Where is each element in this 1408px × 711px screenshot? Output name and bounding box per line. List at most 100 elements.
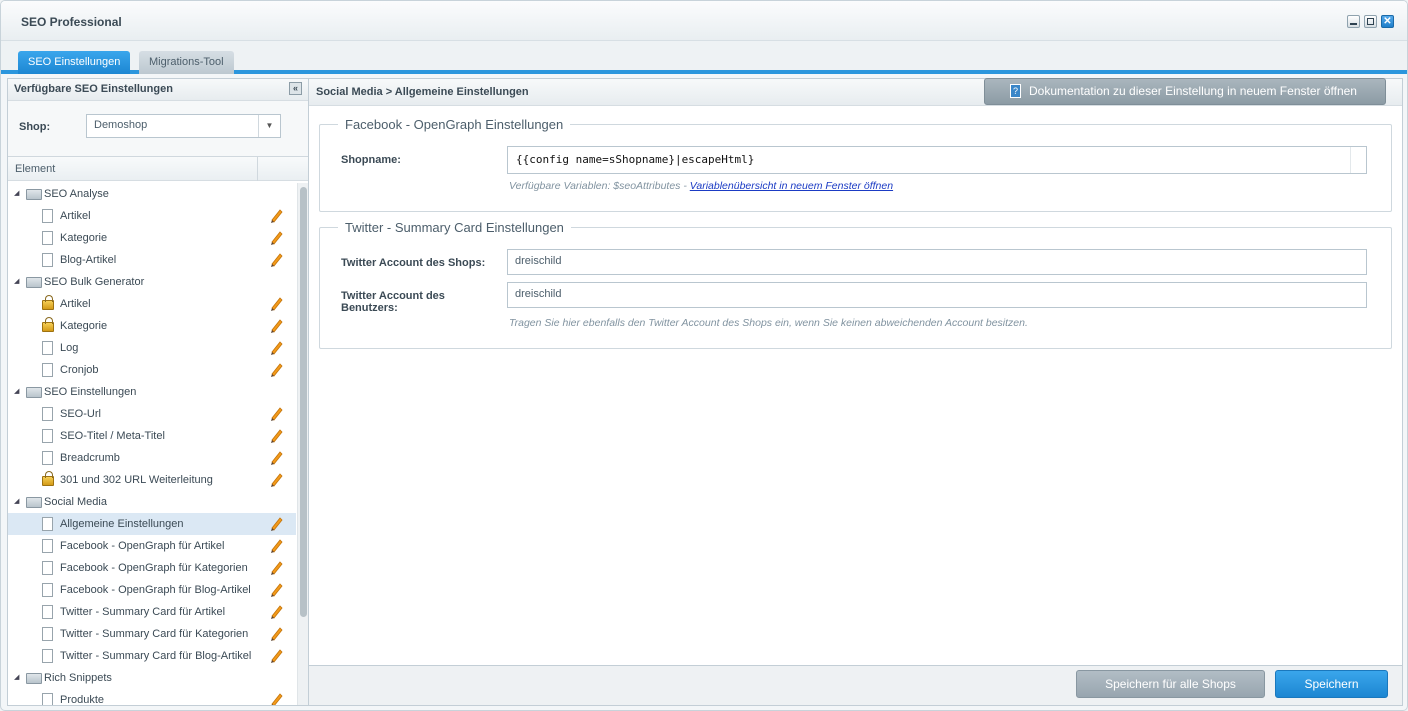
- pencil-edit-icon[interactable]: [269, 516, 283, 532]
- document-icon: [42, 407, 53, 421]
- pencil-edit-icon[interactable]: [269, 230, 283, 246]
- tree-item-label: SEO Analyse: [44, 188, 109, 200]
- tree-item-label: Allgemeine Einstellungen: [60, 518, 184, 530]
- pencil-edit-icon[interactable]: [269, 296, 283, 312]
- pencil-edit-icon[interactable]: [269, 428, 283, 444]
- tree-item-row[interactable]: Breadcrumb: [8, 447, 296, 469]
- pencil-edit-icon[interactable]: [269, 692, 283, 705]
- pencil-edit-icon[interactable]: [269, 626, 283, 642]
- lock-icon: [42, 295, 54, 310]
- tree-item-row[interactable]: Facebook - OpenGraph für Blog-Artikel: [8, 579, 296, 601]
- tree-item-label: Log: [60, 342, 79, 354]
- tree-item-label: Blog-Artikel: [60, 254, 117, 266]
- twitter-shop-account-field[interactable]: dreischild: [507, 249, 1367, 275]
- tree-item-row[interactable]: Artikel: [8, 205, 296, 227]
- tree-scrollbar[interactable]: [297, 183, 308, 705]
- tree-item-row[interactable]: Blog-Artikel: [8, 249, 296, 271]
- settings-tree-panel: Verfügbare SEO Einstellungen « Shop: Dem…: [7, 78, 309, 706]
- pencil-edit-icon[interactable]: [269, 538, 283, 554]
- tree-item-row[interactable]: SEO-Url: [8, 403, 296, 425]
- document-icon: [42, 627, 53, 641]
- folder-icon: [26, 497, 42, 508]
- tree-item-label: Artikel: [60, 298, 91, 310]
- tab-seo-einstellungen[interactable]: SEO Einstellungen: [18, 51, 131, 74]
- tab-bar: SEO Einstellungen Migrations-Tool: [1, 41, 1407, 74]
- tree-item-row[interactable]: Kategorie: [8, 315, 296, 337]
- twitter-user-account-value: dreischild: [515, 288, 562, 300]
- footer-toolbar: Speichern für alle Shops Speichern: [308, 666, 1403, 706]
- column-header[interactable]: Element: [8, 157, 308, 181]
- tree-item-label: Kategorie: [60, 320, 108, 332]
- collapse-icon[interactable]: «: [289, 82, 302, 95]
- tree-item-label: Kategorie: [60, 232, 108, 244]
- expand-toggle-icon[interactable]: ◢: [14, 271, 19, 293]
- facebook-hint-text: Verfügbare Variablen: $seoAttributes -: [509, 180, 690, 192]
- document-icon: [42, 583, 53, 597]
- pencil-edit-icon[interactable]: [269, 362, 283, 378]
- pencil-edit-icon[interactable]: [269, 450, 283, 466]
- close-icon[interactable]: ✕: [1381, 15, 1394, 28]
- pencil-edit-icon[interactable]: [269, 252, 283, 268]
- folder-icon: [26, 189, 42, 200]
- tree-item-row[interactable]: Kategorie: [8, 227, 296, 249]
- variable-overview-link[interactable]: Variablenübersicht in neuem Fenster öffn…: [690, 180, 893, 192]
- shop-select[interactable]: Demoshop ▼: [86, 114, 281, 138]
- shopname-field[interactable]: {{config name=sShopname}|escapeHtml}: [507, 146, 1367, 174]
- pencil-edit-icon[interactable]: [269, 208, 283, 224]
- pencil-edit-icon[interactable]: [269, 406, 283, 422]
- help-icon: ?: [1010, 84, 1021, 98]
- pencil-edit-icon[interactable]: [269, 604, 283, 620]
- tree-item-row[interactable]: Allgemeine Einstellungen: [8, 513, 296, 535]
- expand-toggle-icon[interactable]: ◢: [14, 667, 19, 689]
- panel-title: Verfügbare SEO Einstellungen: [14, 83, 173, 95]
- facebook-legend: Facebook - OpenGraph Einstellungen: [345, 117, 564, 132]
- tree-item-row[interactable]: 301 und 302 URL Weiterleitung: [8, 469, 296, 491]
- twitter-user-account-field[interactable]: dreischild: [507, 282, 1367, 308]
- scrollbar-thumb[interactable]: [300, 187, 307, 617]
- tree-item-row[interactable]: Artikel: [8, 293, 296, 315]
- tree-item-row[interactable]: Cronjob: [8, 359, 296, 381]
- pencil-edit-icon[interactable]: [269, 582, 283, 598]
- tree-item-row[interactable]: SEO-Titel / Meta-Titel: [8, 425, 296, 447]
- tree-item-row[interactable]: Twitter - Summary Card für Artikel: [8, 601, 296, 623]
- tree-item-label: SEO Bulk Generator: [44, 276, 145, 288]
- tree-item-row[interactable]: Log: [8, 337, 296, 359]
- pencil-edit-icon[interactable]: [269, 560, 283, 576]
- tree-item-label: Rich Snippets: [44, 672, 112, 684]
- tree-folder-row[interactable]: ◢ SEO Analyse: [8, 183, 296, 205]
- twitter-legend: Twitter - Summary Card Einstellungen: [345, 220, 564, 235]
- pencil-edit-icon[interactable]: [269, 318, 283, 334]
- folder-icon: [26, 673, 42, 684]
- document-icon: [42, 561, 53, 575]
- pencil-edit-icon[interactable]: [269, 648, 283, 664]
- tree-item-label: Social Media: [44, 496, 107, 508]
- pencil-edit-icon[interactable]: [269, 340, 283, 356]
- tree-item-row[interactable]: Twitter - Summary Card für Blog-Artikel: [8, 645, 296, 667]
- tree-item-label: Cronjob: [60, 364, 99, 376]
- tree-folder-row[interactable]: ◢ SEO Einstellungen: [8, 381, 296, 403]
- maximize-icon[interactable]: [1364, 15, 1377, 28]
- tree-item-row[interactable]: Facebook - OpenGraph für Kategorien: [8, 557, 296, 579]
- tree-item-label: Twitter - Summary Card für Blog-Artikel: [60, 650, 252, 662]
- minimize-icon[interactable]: [1347, 15, 1360, 28]
- save-all-shops-button[interactable]: Speichern für alle Shops: [1076, 670, 1265, 698]
- tree-folder-row[interactable]: ◢ SEO Bulk Generator: [8, 271, 296, 293]
- documentation-button[interactable]: ? Dokumentation zu dieser Einstellung in…: [984, 78, 1386, 105]
- document-icon: [42, 649, 53, 663]
- tree-item-label: Facebook - OpenGraph für Blog-Artikel: [60, 584, 251, 596]
- tree-item-row[interactable]: Facebook - OpenGraph für Artikel: [8, 535, 296, 557]
- tree-item-row[interactable]: Twitter - Summary Card für Kategorien: [8, 623, 296, 645]
- save-button[interactable]: Speichern: [1275, 670, 1388, 698]
- expand-toggle-icon[interactable]: ◢: [14, 183, 19, 205]
- tree-folder-row[interactable]: ◢ Social Media: [8, 491, 296, 513]
- tree-item-label: SEO-Titel / Meta-Titel: [60, 430, 165, 442]
- document-icon: [42, 517, 53, 531]
- expand-toggle-icon[interactable]: ◢: [14, 491, 19, 513]
- tree-folder-row[interactable]: ◢ Rich Snippets: [8, 667, 296, 689]
- expand-toggle-icon[interactable]: ◢: [14, 381, 19, 403]
- tab-migrations-tool[interactable]: Migrations-Tool: [139, 51, 234, 74]
- pencil-edit-icon[interactable]: [269, 472, 283, 488]
- chevron-down-icon[interactable]: ▼: [258, 115, 280, 137]
- tree-item-label: SEO-Url: [60, 408, 101, 420]
- tree-item-row[interactable]: Produkte: [8, 689, 296, 705]
